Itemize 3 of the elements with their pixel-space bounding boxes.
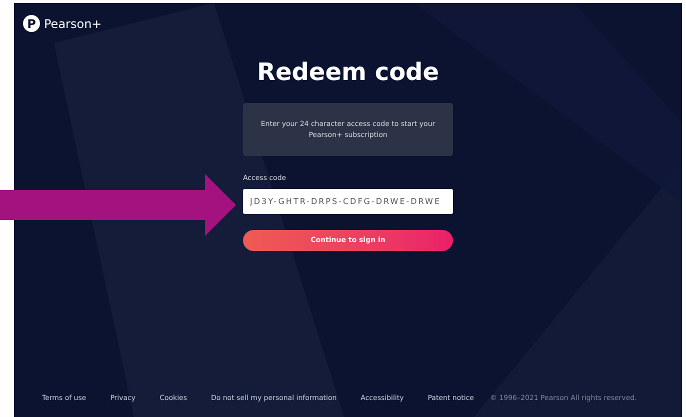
brand-name: Pearson+ [44,16,102,32]
page-title: Redeem code [256,57,440,87]
arrow-icon [0,174,236,236]
